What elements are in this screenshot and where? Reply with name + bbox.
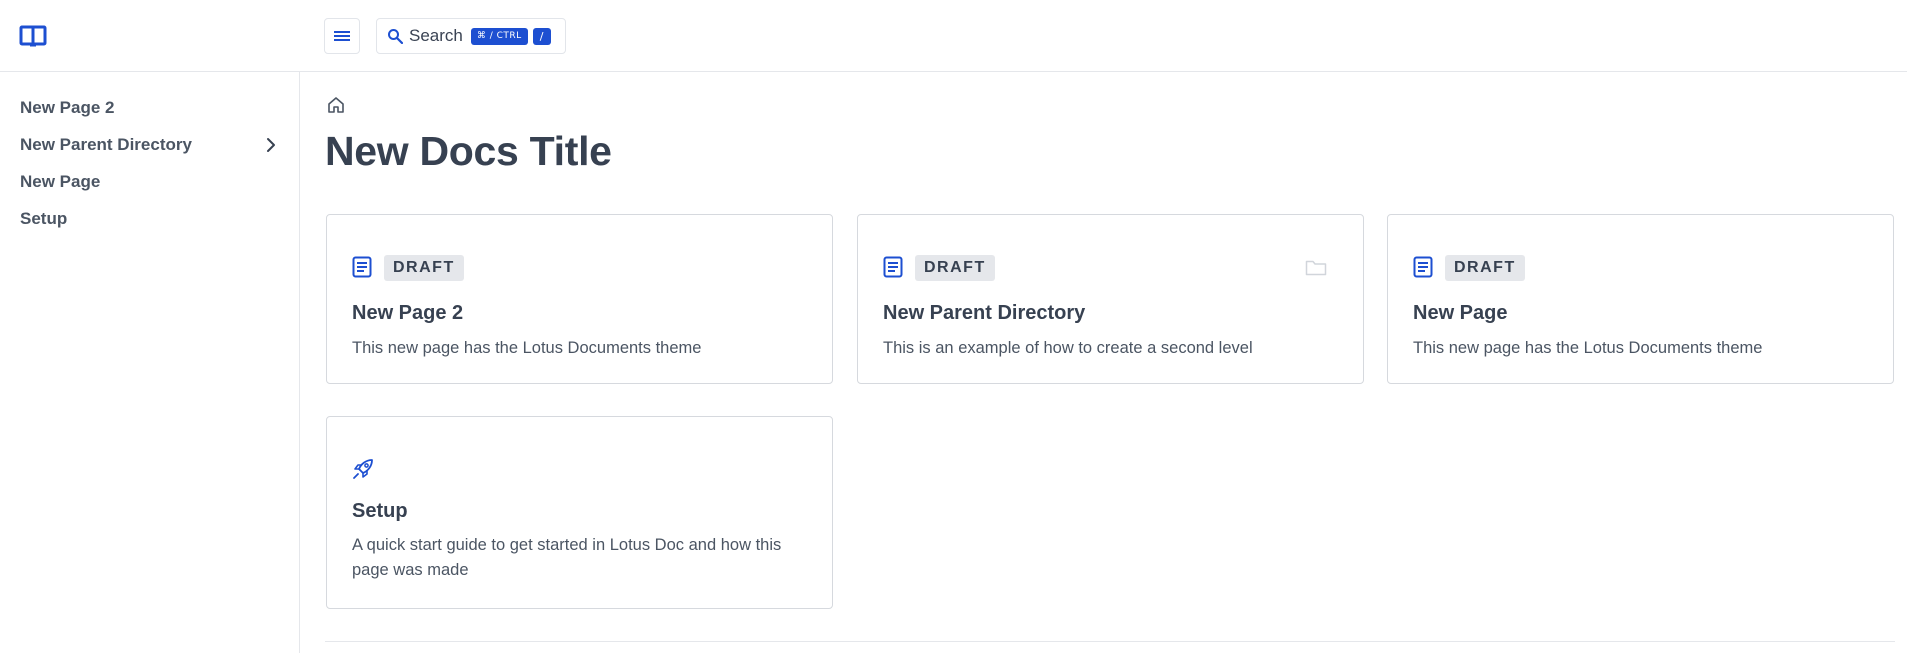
open-book-icon[interactable] <box>19 23 47 49</box>
sidebar-item-new-parent-directory[interactable]: New Parent Directory <box>20 131 282 159</box>
sidebar-item-label: New Page 2 <box>20 98 115 117</box>
sidebar-item-new-page[interactable]: New Page <box>20 168 282 196</box>
status-badge: DRAFT <box>915 255 995 281</box>
card-title: New Page 2 <box>352 302 464 324</box>
content-divider <box>325 641 1895 642</box>
document-lines-icon <box>1413 256 1433 278</box>
document-lines-icon <box>883 256 903 278</box>
card-title: Setup <box>352 500 408 522</box>
page-card-new-parent-directory[interactable]: DRAFT New Parent Directory This is an ex… <box>857 214 1364 384</box>
sidebar-item-label: New Parent Directory <box>20 135 192 154</box>
home-icon[interactable] <box>327 96 345 114</box>
status-badge: DRAFT <box>384 255 464 281</box>
card-description: A quick start guide to get started in Lo… <box>352 536 782 579</box>
page-title: New Docs Title <box>325 128 612 174</box>
card-title: New Page <box>1413 302 1508 324</box>
magnifier-icon <box>388 29 403 44</box>
sidebar-item-new-page-2[interactable]: New Page 2 <box>20 94 282 122</box>
shortcut-key-badge: / <box>532 27 551 45</box>
card-description: This is an example of how to create a se… <box>883 339 1253 357</box>
rocket-icon <box>353 459 373 479</box>
menu-toggle-button[interactable] <box>324 18 360 54</box>
sidebar-item-setup[interactable]: Setup <box>20 205 282 233</box>
document-lines-icon <box>352 256 372 278</box>
sidebar: New Page 2 New Parent Directory New Page… <box>0 72 300 653</box>
folder-icon <box>1305 260 1327 276</box>
page-card-setup[interactable]: Setup A quick start guide to get started… <box>326 416 833 609</box>
sidebar-item-label: New Page <box>20 172 101 191</box>
card-title: New Parent Directory <box>883 302 1086 324</box>
status-badge: DRAFT <box>1445 255 1525 281</box>
page-card-new-page-2[interactable]: DRAFT New Page 2 This new page has the L… <box>326 214 833 384</box>
card-description: This new page has the Lotus Documents th… <box>1413 339 1763 357</box>
card-description: This new page has the Lotus Documents th… <box>352 339 702 357</box>
search-label: Search <box>409 26 463 45</box>
sidebar-item-label: Setup <box>20 209 68 228</box>
shortcut-modifier-badge: ⌘ / CTRL <box>470 27 528 45</box>
page-card-new-page[interactable]: DRAFT New Page This new page has the Lot… <box>1387 214 1894 384</box>
search-button[interactable]: Search ⌘ / CTRL / <box>376 18 566 54</box>
chevron-right-icon[interactable] <box>262 136 280 154</box>
hamburger-menu-icon <box>334 31 350 41</box>
top-header: Search ⌘ / CTRL / <box>0 0 1907 72</box>
